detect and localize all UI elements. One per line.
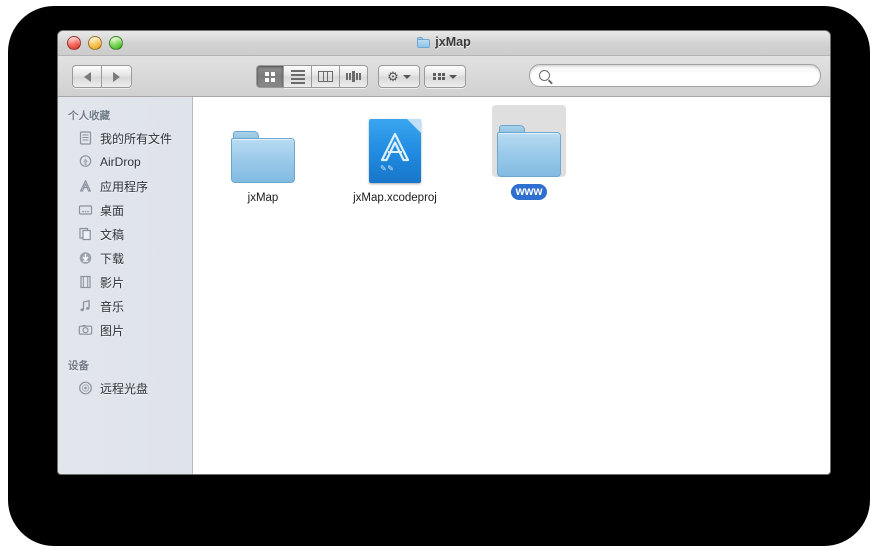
- search-icon: [539, 70, 550, 81]
- sidebar-item-label: 我的所有文件: [100, 131, 173, 146]
- downloads-icon: [78, 251, 93, 265]
- folder-icon: [208, 111, 318, 183]
- file-label: jxMap: [247, 192, 279, 204]
- arrange-menu-button[interactable]: [424, 65, 466, 88]
- column-view-button[interactable]: [312, 65, 340, 88]
- chevron-right-icon: [113, 71, 120, 82]
- applications-icon: [78, 179, 93, 193]
- sidebar-item-label: AirDrop: [100, 155, 141, 169]
- remote-disc-icon: [78, 381, 93, 395]
- documents-icon: [78, 227, 93, 241]
- window-titlebar: jxMap: [58, 31, 830, 56]
- sidebar-item-label: 应用程序: [100, 179, 149, 194]
- coverflow-icon: [346, 71, 361, 82]
- file-list-icon-view[interactable]: jxMap ✎✎ jxMap.xcodeproj www: [193, 97, 830, 474]
- sidebar-item-music[interactable]: 音乐: [58, 294, 192, 318]
- movies-icon: [78, 275, 93, 289]
- toolbar: ⚙: [58, 56, 830, 97]
- xcode-project-icon: ✎✎: [340, 111, 450, 183]
- columns-icon: [318, 71, 333, 82]
- page-title: jxMap: [58, 35, 830, 49]
- sidebar-item-documents[interactable]: 文稿: [58, 222, 192, 246]
- chevron-left-icon: [83, 71, 91, 82]
- file-label: jxMap.xcodeproj: [353, 192, 437, 204]
- arrange-grid-icon: [433, 72, 445, 81]
- pictures-icon: [78, 323, 93, 337]
- action-menu-group: ⚙: [378, 65, 420, 88]
- sidebar-item-remote-disc[interactable]: 远程光盘: [58, 376, 192, 400]
- sidebar-item-label: 远程光盘: [100, 381, 149, 396]
- gear-icon: ⚙: [387, 69, 399, 84]
- desktop-icon: [78, 203, 93, 217]
- list-view-button[interactable]: [284, 65, 312, 88]
- sidebar-item-label: 文稿: [100, 227, 125, 242]
- window-body: 个人收藏 我的所有文件 AirDrop 应用程序 桌面 文稿 下载 影片 音乐 …: [58, 97, 830, 474]
- sidebar-item-label: 图片: [100, 323, 125, 338]
- sidebar-section-favorites-header: 个人收藏: [68, 110, 110, 122]
- icon-view-button[interactable]: [256, 65, 284, 88]
- back-button[interactable]: [72, 65, 102, 88]
- folder-icon: [492, 105, 566, 177]
- sidebar-item-airdrop[interactable]: AirDrop: [58, 150, 192, 174]
- chevron-down-icon: [449, 74, 457, 79]
- file-item-jxmap-xcodeproj[interactable]: ✎✎ jxMap.xcodeproj: [340, 111, 450, 206]
- sidebar-section-devices-header: 设备: [68, 360, 89, 372]
- file-item-jxmap[interactable]: jxMap: [208, 111, 318, 206]
- sidebar-item-label: 影片: [100, 275, 125, 290]
- finder-window: jxMap ⚙ 个人收藏 我的所有文件 AirDrop 应用程序 桌面 文稿 下…: [57, 30, 831, 475]
- arrange-menu-group: [424, 65, 466, 88]
- all-my-files-icon: [78, 131, 93, 145]
- sidebar-item-downloads[interactable]: 下载: [58, 246, 192, 270]
- xcode-badge: ✎✎: [380, 164, 395, 173]
- airdrop-icon: [78, 155, 93, 169]
- window-title-text: jxMap: [435, 35, 471, 49]
- action-menu-button[interactable]: ⚙: [378, 65, 420, 88]
- sidebar-item-label: 音乐: [100, 299, 125, 314]
- folder-icon: [417, 36, 431, 48]
- sidebar-item-desktop[interactable]: 桌面: [58, 198, 192, 222]
- sidebar: 个人收藏 我的所有文件 AirDrop 应用程序 桌面 文稿 下载 影片 音乐 …: [58, 97, 193, 474]
- search-input[interactable]: [556, 69, 820, 82]
- chevron-down-icon: [402, 74, 411, 79]
- sidebar-item-movies[interactable]: 影片: [58, 270, 192, 294]
- sidebar-item-label: 桌面: [100, 203, 125, 218]
- forward-button[interactable]: [102, 65, 132, 88]
- search-field[interactable]: [529, 64, 821, 87]
- sidebar-item-all-my-files[interactable]: 我的所有文件: [58, 126, 192, 150]
- list-icon: [290, 69, 305, 84]
- grid-icon: [265, 71, 275, 82]
- file-item-www[interactable]: www: [474, 105, 584, 200]
- sidebar-item-label: 下载: [100, 251, 125, 266]
- view-mode-buttons: [256, 65, 368, 88]
- navigation-buttons: [72, 65, 132, 88]
- file-label: www: [510, 184, 548, 200]
- coverflow-view-button[interactable]: [340, 65, 368, 88]
- music-icon: [78, 299, 93, 313]
- sidebar-item-applications[interactable]: 应用程序: [58, 174, 192, 198]
- sidebar-item-pictures[interactable]: 图片: [58, 318, 192, 342]
